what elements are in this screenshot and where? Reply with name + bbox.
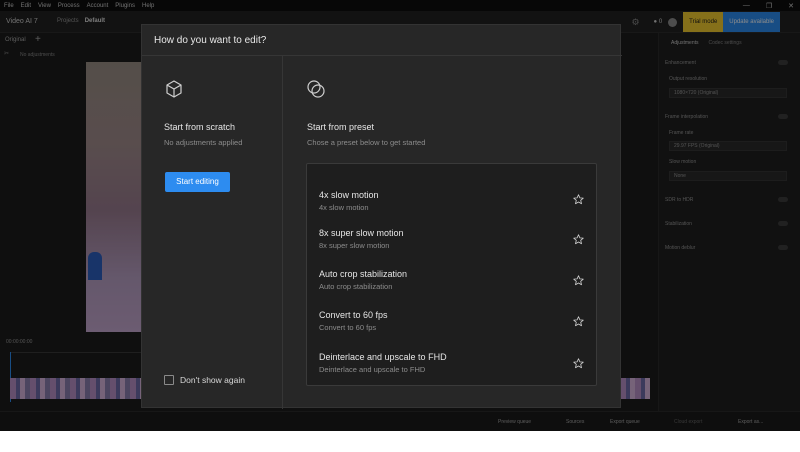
preset-title: 8x super slow motion bbox=[319, 228, 404, 238]
preset-description: Auto crop stabilization bbox=[319, 282, 393, 291]
dialog-title: How do you want to edit? bbox=[154, 35, 267, 46]
favorite-star-icon[interactable] bbox=[573, 194, 584, 205]
dialog-divider bbox=[142, 55, 622, 56]
preset-item-auto-crop-stabilization[interactable]: Auto crop stabilization Auto crop stabil… bbox=[307, 269, 598, 305]
preset-title: Deinterlace and upscale to FHD bbox=[319, 352, 447, 362]
start-editing-button[interactable]: Start editing bbox=[165, 172, 230, 192]
favorite-star-icon[interactable] bbox=[573, 358, 584, 369]
favorite-star-icon[interactable] bbox=[573, 275, 584, 286]
app-window: File Edit View Process Account Plugins H… bbox=[0, 0, 800, 431]
preset-item-4x-slow-motion[interactable]: 4x slow motion 4x slow motion bbox=[307, 190, 598, 226]
preset-title: Convert to 60 fps bbox=[319, 310, 388, 320]
cube-icon bbox=[166, 80, 182, 98]
preset-subtext: Chose a preset below to get started bbox=[307, 138, 426, 147]
dont-show-again-label: Don't show again bbox=[180, 375, 245, 385]
preset-title: Auto crop stabilization bbox=[319, 269, 408, 279]
dialog-column-divider bbox=[282, 56, 283, 409]
edit-mode-dialog: How do you want to edit? Start from scra… bbox=[141, 24, 622, 409]
preset-item-8x-super-slow-motion[interactable]: 8x super slow motion 8x super slow motio… bbox=[307, 228, 598, 264]
scratch-subtext: No adjustments applied bbox=[164, 138, 243, 147]
preset-description: Convert to 60 fps bbox=[319, 323, 377, 332]
preset-description: 4x slow motion bbox=[319, 203, 369, 212]
preset-circles-icon bbox=[307, 80, 325, 98]
dont-show-again-checkbox[interactable] bbox=[164, 375, 174, 385]
preset-item-deinterlace-upscale-fhd[interactable]: Deinterlace and upscale to FHD Deinterla… bbox=[307, 352, 598, 388]
favorite-star-icon[interactable] bbox=[573, 234, 584, 245]
preset-title: 4x slow motion bbox=[319, 190, 379, 200]
dont-show-again[interactable]: Don't show again bbox=[164, 375, 245, 385]
preset-description: 8x super slow motion bbox=[319, 241, 390, 250]
preset-heading: Start from preset bbox=[307, 122, 375, 132]
preset-item-convert-to-60-fps[interactable]: Convert to 60 fps Convert to 60 fps bbox=[307, 310, 598, 346]
preset-list: 4x slow motion 4x slow motion 8x super s… bbox=[306, 163, 597, 386]
favorite-star-icon[interactable] bbox=[573, 316, 584, 327]
scratch-heading: Start from scratch bbox=[164, 122, 236, 132]
preset-description: Deinterlace and upscale to FHD bbox=[319, 365, 426, 374]
